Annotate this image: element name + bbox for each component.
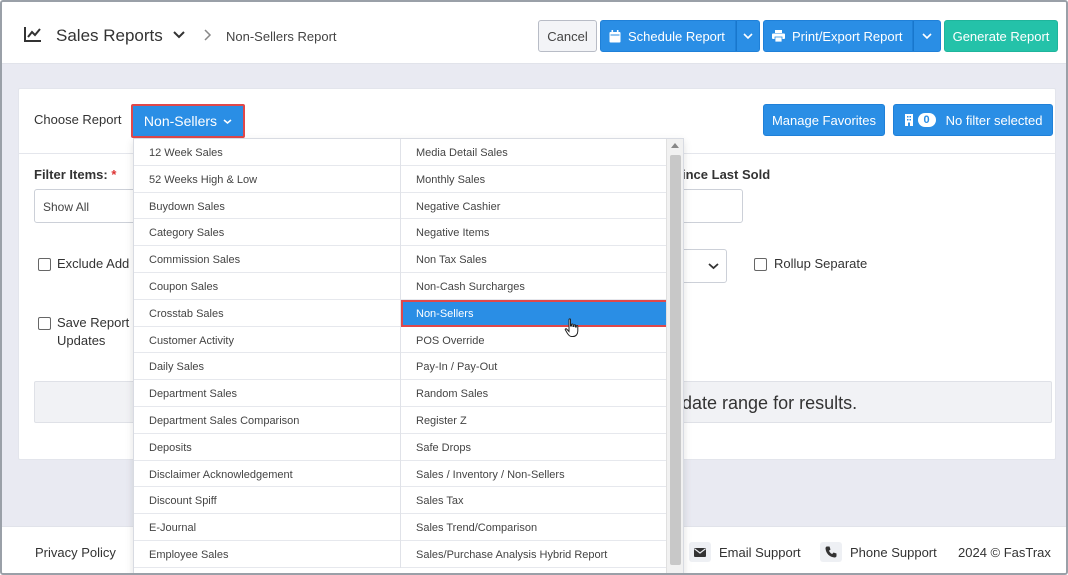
menu-item-coupon-sales[interactable]: Coupon Sales — [134, 273, 400, 300]
email-support-link[interactable]: Email Support — [719, 545, 801, 560]
menu-item-monthly-sales[interactable]: Monthly Sales — [401, 166, 668, 193]
menu-item-12-week-sales[interactable]: 12 Week Sales — [134, 139, 400, 166]
filter-count-badge: 0 — [917, 113, 936, 127]
menu-column-left: 12 Week Sales 52 Weeks High & Low Buydown … — [134, 139, 401, 568]
scrollbar-thumb[interactable] — [670, 155, 681, 565]
menu-item-media-detail-sales[interactable]: Media Detail Sales — [401, 139, 668, 166]
line-chart-icon — [24, 27, 41, 42]
menu-item-employee-sales[interactable]: Employee Sales — [134, 541, 400, 568]
menu-item-e-journal[interactable]: E-Journal — [134, 514, 400, 541]
schedule-report-button[interactable]: Schedule Report — [600, 20, 736, 52]
page-header: Sales Reports Non-Sellers Report Cancel … — [2, 2, 1066, 64]
since-last-sold-label: ince Last Sold — [682, 167, 771, 182]
menu-item-pay-in-pay-out[interactable]: Pay-In / Pay-Out — [401, 353, 668, 381]
scroll-up-arrow-icon[interactable] — [671, 143, 679, 148]
chevron-down-icon — [708, 263, 719, 270]
rollup-separate-checkbox[interactable] — [754, 258, 767, 271]
choose-report-dropdown[interactable]: Non-Sellers — [131, 104, 245, 138]
menu-item-sales-inventory-non-sellers[interactable]: Sales / Inventory / Non-Sellers — [401, 461, 668, 488]
choose-report-label: Choose Report — [34, 112, 122, 127]
generate-report-button[interactable]: Generate Report — [944, 20, 1058, 52]
privacy-policy-link[interactable]: Privacy Policy — [35, 545, 116, 560]
menu-item-buydown-sales[interactable]: Buydown Sales — [134, 193, 400, 220]
schedule-report-label: Schedule Report — [628, 28, 725, 44]
menu-item-customer-activity[interactable]: Customer Activity — [134, 327, 400, 354]
chevron-right-icon — [204, 29, 212, 41]
print-export-label: Print/Export Report — [792, 28, 903, 44]
selected-report-label: Non-Sellers — [143, 113, 218, 129]
menu-item-crosstab-sales[interactable]: Crosstab Sales — [134, 300, 400, 327]
menu-item-daily-sales[interactable]: Daily Sales — [134, 353, 400, 381]
menu-item-department-sales-comparison[interactable]: Department Sales Comparison — [134, 407, 400, 434]
breadcrumb: Non-Sellers Report — [226, 29, 337, 44]
hand-cursor-icon — [564, 318, 579, 337]
chevron-down-icon — [743, 33, 753, 40]
menu-scrollbar[interactable] — [666, 139, 683, 573]
menu-item-negative-cashier[interactable]: Negative Cashier — [401, 193, 668, 220]
menu-item-random-sales[interactable]: Random Sales — [401, 380, 668, 407]
rollup-separate-label: Rollup Separate — [774, 256, 868, 271]
save-report-checkbox[interactable] — [38, 317, 51, 330]
exclude-label: Exclude Add — [57, 256, 130, 271]
printer-icon — [772, 30, 785, 42]
menu-item-non-cash-surcharges[interactable]: Non-Cash Surcharges — [401, 273, 668, 300]
menu-item-commission-sales[interactable]: Commission Sales — [134, 246, 400, 273]
menu-item-category-sales[interactable]: Category Sales — [134, 219, 400, 247]
menu-item-discount-spiff[interactable]: Discount Spiff — [134, 487, 400, 515]
copyright: 2024 © FasTrax — [958, 545, 1051, 560]
exclude-checkbox[interactable] — [38, 258, 51, 271]
filter-button[interactable]: 0 No filter selected — [893, 104, 1053, 136]
manage-favorites-button[interactable]: Manage Favorites — [763, 104, 885, 136]
menu-item-52-weeks-high-low[interactable]: 52 Weeks High & Low — [134, 166, 400, 193]
chevron-down-icon — [922, 33, 932, 40]
menu-item-deposits[interactable]: Deposits — [134, 434, 400, 461]
menu-item-safe-drops[interactable]: Safe Drops — [401, 434, 668, 461]
filter-items-select[interactable]: Show All — [34, 189, 144, 223]
menu-item-department-sales[interactable]: Department Sales — [134, 380, 400, 407]
calendar-icon — [609, 29, 621, 42]
menu-item-sales-trend-comparison[interactable]: Sales Trend/Comparison — [401, 514, 668, 541]
filter-items-text: Filter Items: — [34, 167, 108, 182]
save-report-label-line2: Updates — [57, 333, 106, 348]
phone-icon — [820, 542, 842, 562]
chevron-down-icon — [223, 118, 232, 124]
menu-item-non-tax-sales[interactable]: Non Tax Sales — [401, 246, 668, 273]
menu-item-sales-purchase-analysis-hybrid-report[interactable]: Sales/Purchase Analysis Hybrid Report — [401, 541, 668, 568]
chevron-down-icon[interactable] — [172, 29, 186, 41]
cancel-button[interactable]: Cancel — [538, 20, 597, 52]
report-dropdown-menu: 12 Week Sales 52 Weeks High & Low Buydown … — [133, 138, 684, 573]
menu-item-disclaimer-acknowledgement[interactable]: Disclaimer Acknowledgement — [134, 461, 400, 488]
menu-item-register-z[interactable]: Register Z — [401, 407, 668, 434]
building-icon — [904, 114, 913, 126]
menu-item-pos-override[interactable]: POS Override — [401, 327, 668, 354]
app-window: Sales Reports Non-Sellers Report Cancel … — [0, 0, 1068, 575]
menu-item-non-sellers[interactable]: Non-Sellers — [401, 299, 668, 327]
envelope-icon — [689, 542, 711, 562]
filter-label: No filter selected — [945, 112, 1043, 128]
results-message: date range for results. — [682, 393, 858, 413]
menu-item-sales-tax[interactable]: Sales Tax — [401, 487, 668, 515]
schedule-dropdown-button[interactable] — [736, 20, 760, 52]
required-mark: * — [111, 167, 117, 182]
menu-item-negative-items[interactable]: Negative Items — [401, 219, 668, 247]
menu-column-right: Media Detail Sales Monthly Sales Negative … — [401, 139, 668, 568]
print-dropdown-button[interactable] — [913, 20, 941, 52]
filter-items-label: Filter Items: * — [34, 167, 116, 182]
phone-support-link[interactable]: Phone Support — [850, 545, 937, 560]
save-report-label: Save Report — [57, 315, 130, 330]
print-export-button[interactable]: Print/Export Report — [763, 20, 913, 52]
page-title: Sales Reports — [56, 26, 163, 45]
